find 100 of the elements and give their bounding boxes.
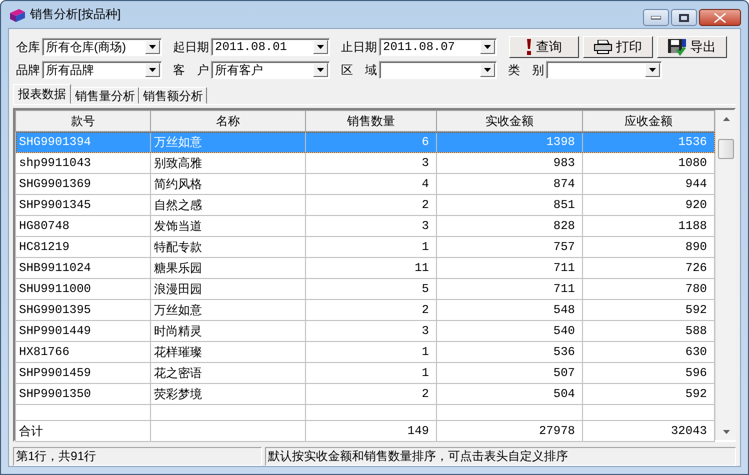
table-cell: 花之密语: [150, 362, 306, 384]
dropdown-arrow-icon: [317, 45, 324, 49]
field-label: 区 域: [341, 62, 377, 78]
export-button[interactable]: 导出: [657, 36, 727, 58]
table-cell: SHG9901394: [16, 132, 150, 152]
dropdown-button[interactable]: [645, 63, 660, 77]
table-cell: 780: [582, 278, 714, 300]
table-cell: HC81219: [16, 236, 150, 258]
scrollbar[interactable]: [715, 110, 736, 440]
minimize-icon: [651, 16, 661, 20]
maximize-button[interactable]: [671, 9, 697, 26]
scroll-thumb[interactable]: [718, 139, 734, 159]
dropdown-field[interactable]: 所有仓库(商场): [42, 38, 162, 56]
table-row[interactable]: SHU9911000 浪漫田园 5 711 780: [16, 278, 714, 300]
dropdown-arrow-icon: [317, 68, 324, 72]
table-row[interactable]: SHP9901459 花之密语 1 507 596: [16, 362, 714, 384]
table-cell: 1398: [436, 132, 582, 152]
exclamation-icon: [526, 39, 532, 55]
table-cell: SHP9901449: [16, 320, 150, 342]
column-header[interactable]: 款号: [16, 110, 150, 132]
table-cell: 荧彩梦境: [150, 384, 306, 404]
column-header[interactable]: 名称: [150, 110, 306, 132]
table-cell: 592: [582, 300, 714, 320]
table-row[interactable]: SHB9911024 糖果乐园 11 711 726: [16, 258, 714, 278]
field-label: 仓库: [16, 38, 40, 56]
total-cell: 149: [306, 420, 436, 442]
table-cell: 2: [306, 384, 436, 404]
tab[interactable]: 报表数据: [13, 84, 71, 104]
table-cell: 507: [436, 362, 582, 384]
table-cell: 5: [306, 278, 436, 300]
table-cell: 504: [436, 384, 582, 404]
table-cell: 3: [306, 216, 436, 236]
table-cell: 1536: [582, 132, 714, 152]
table-cell: 万丝如意: [150, 300, 306, 320]
dropdown-button[interactable]: [313, 40, 328, 54]
table-cell: 1188: [582, 216, 714, 236]
table-cell: 1: [306, 236, 436, 258]
total-label: 合计: [16, 420, 150, 442]
close-button[interactable]: [699, 9, 741, 26]
table-cell: SHG9901369: [16, 174, 150, 194]
dropdown-button[interactable]: [145, 40, 160, 54]
dropdown-arrow-icon: [649, 68, 656, 72]
table-cell: SHP9901345: [16, 194, 150, 216]
column-header[interactable]: 销售数量: [306, 110, 436, 132]
dropdown-field[interactable]: 2011.08.07: [379, 38, 497, 56]
close-icon: [714, 12, 726, 22]
table-cell: SHG9901395: [16, 300, 150, 320]
table-cell: 536: [436, 342, 582, 362]
table-cell: 万丝如意: [150, 132, 306, 152]
table-cell: 630: [582, 342, 714, 362]
table-row[interactable]: SHP9901449 时尚精灵 3 540 588: [16, 320, 714, 342]
table-cell: 3: [306, 152, 436, 174]
window-title: 销售分析[按品种]: [30, 6, 122, 23]
table-cell: 874: [436, 174, 582, 194]
field-label: 客 户: [173, 62, 209, 78]
column-header[interactable]: 实收金额: [436, 110, 582, 132]
table-cell: SHB9911024: [16, 258, 150, 278]
dropdown-arrow-icon: [149, 68, 156, 72]
table-row[interactable]: HG80748 发饰当道 3 828 1188: [16, 216, 714, 236]
query-button[interactable]: 查询: [509, 36, 579, 58]
table-cell: 2: [306, 300, 436, 320]
table-row[interactable]: SHG9901395 万丝如意 2 548 592: [16, 300, 714, 320]
dropdown-field[interactable]: 所有客户: [211, 61, 330, 79]
tab[interactable]: 销售额分析: [139, 87, 207, 104]
table-cell: 6: [306, 132, 436, 152]
table-cell: 540: [436, 320, 582, 342]
print-button[interactable]: 打印: [583, 36, 653, 58]
tab[interactable]: 销售量分析: [71, 87, 139, 104]
field-label: 品牌: [16, 62, 40, 78]
minimize-button[interactable]: [643, 9, 669, 26]
dropdown-arrow-icon: [484, 68, 491, 72]
table-cell: 简约风格: [150, 174, 306, 194]
status-text: 默认按实收金额和销售数量排序，可点击表头自定义排序: [265, 447, 736, 466]
floppy-disk-icon: [668, 38, 686, 56]
table-cell: 特配专款: [150, 236, 306, 258]
table-cell: 757: [436, 236, 582, 258]
table-cell: 851: [436, 194, 582, 216]
dropdown-button[interactable]: [145, 63, 160, 77]
table-row[interactable]: SHP9901350 荧彩梦境 2 504 592: [16, 384, 714, 404]
table-row[interactable]: SHG9901369 简约风格 4 874 944: [16, 174, 714, 194]
table-cell: 711: [436, 278, 582, 300]
table-row[interactable]: HX81766 花样璀璨 1 536 630: [16, 342, 714, 362]
dropdown-field[interactable]: [546, 61, 662, 79]
table-cell: 726: [582, 258, 714, 278]
table-cell: 1080: [582, 152, 714, 174]
table-cell: SHP9901459: [16, 362, 150, 384]
table-cell: shp9911043: [16, 152, 150, 174]
dropdown-button[interactable]: [313, 63, 328, 77]
dropdown-field[interactable]: 所有品牌: [42, 61, 162, 79]
dropdown-field[interactable]: [379, 61, 497, 79]
table-row[interactable]: HC81219 特配专款 1 757 890: [16, 236, 714, 258]
table-row[interactable]: shp9911043 别致高雅 3 983 1080: [16, 152, 714, 174]
dropdown-field[interactable]: 2011.08.01: [211, 38, 330, 56]
dropdown-button[interactable]: [480, 63, 495, 77]
dropdown-arrow-icon: [484, 45, 491, 49]
dropdown-button[interactable]: [480, 40, 495, 54]
field-label: 止日期: [341, 38, 377, 56]
table-cell: 890: [582, 236, 714, 258]
table-row[interactable]: SHP9901345 自然之感 2 851 920: [16, 194, 714, 216]
column-header[interactable]: 应收金额: [582, 110, 714, 132]
